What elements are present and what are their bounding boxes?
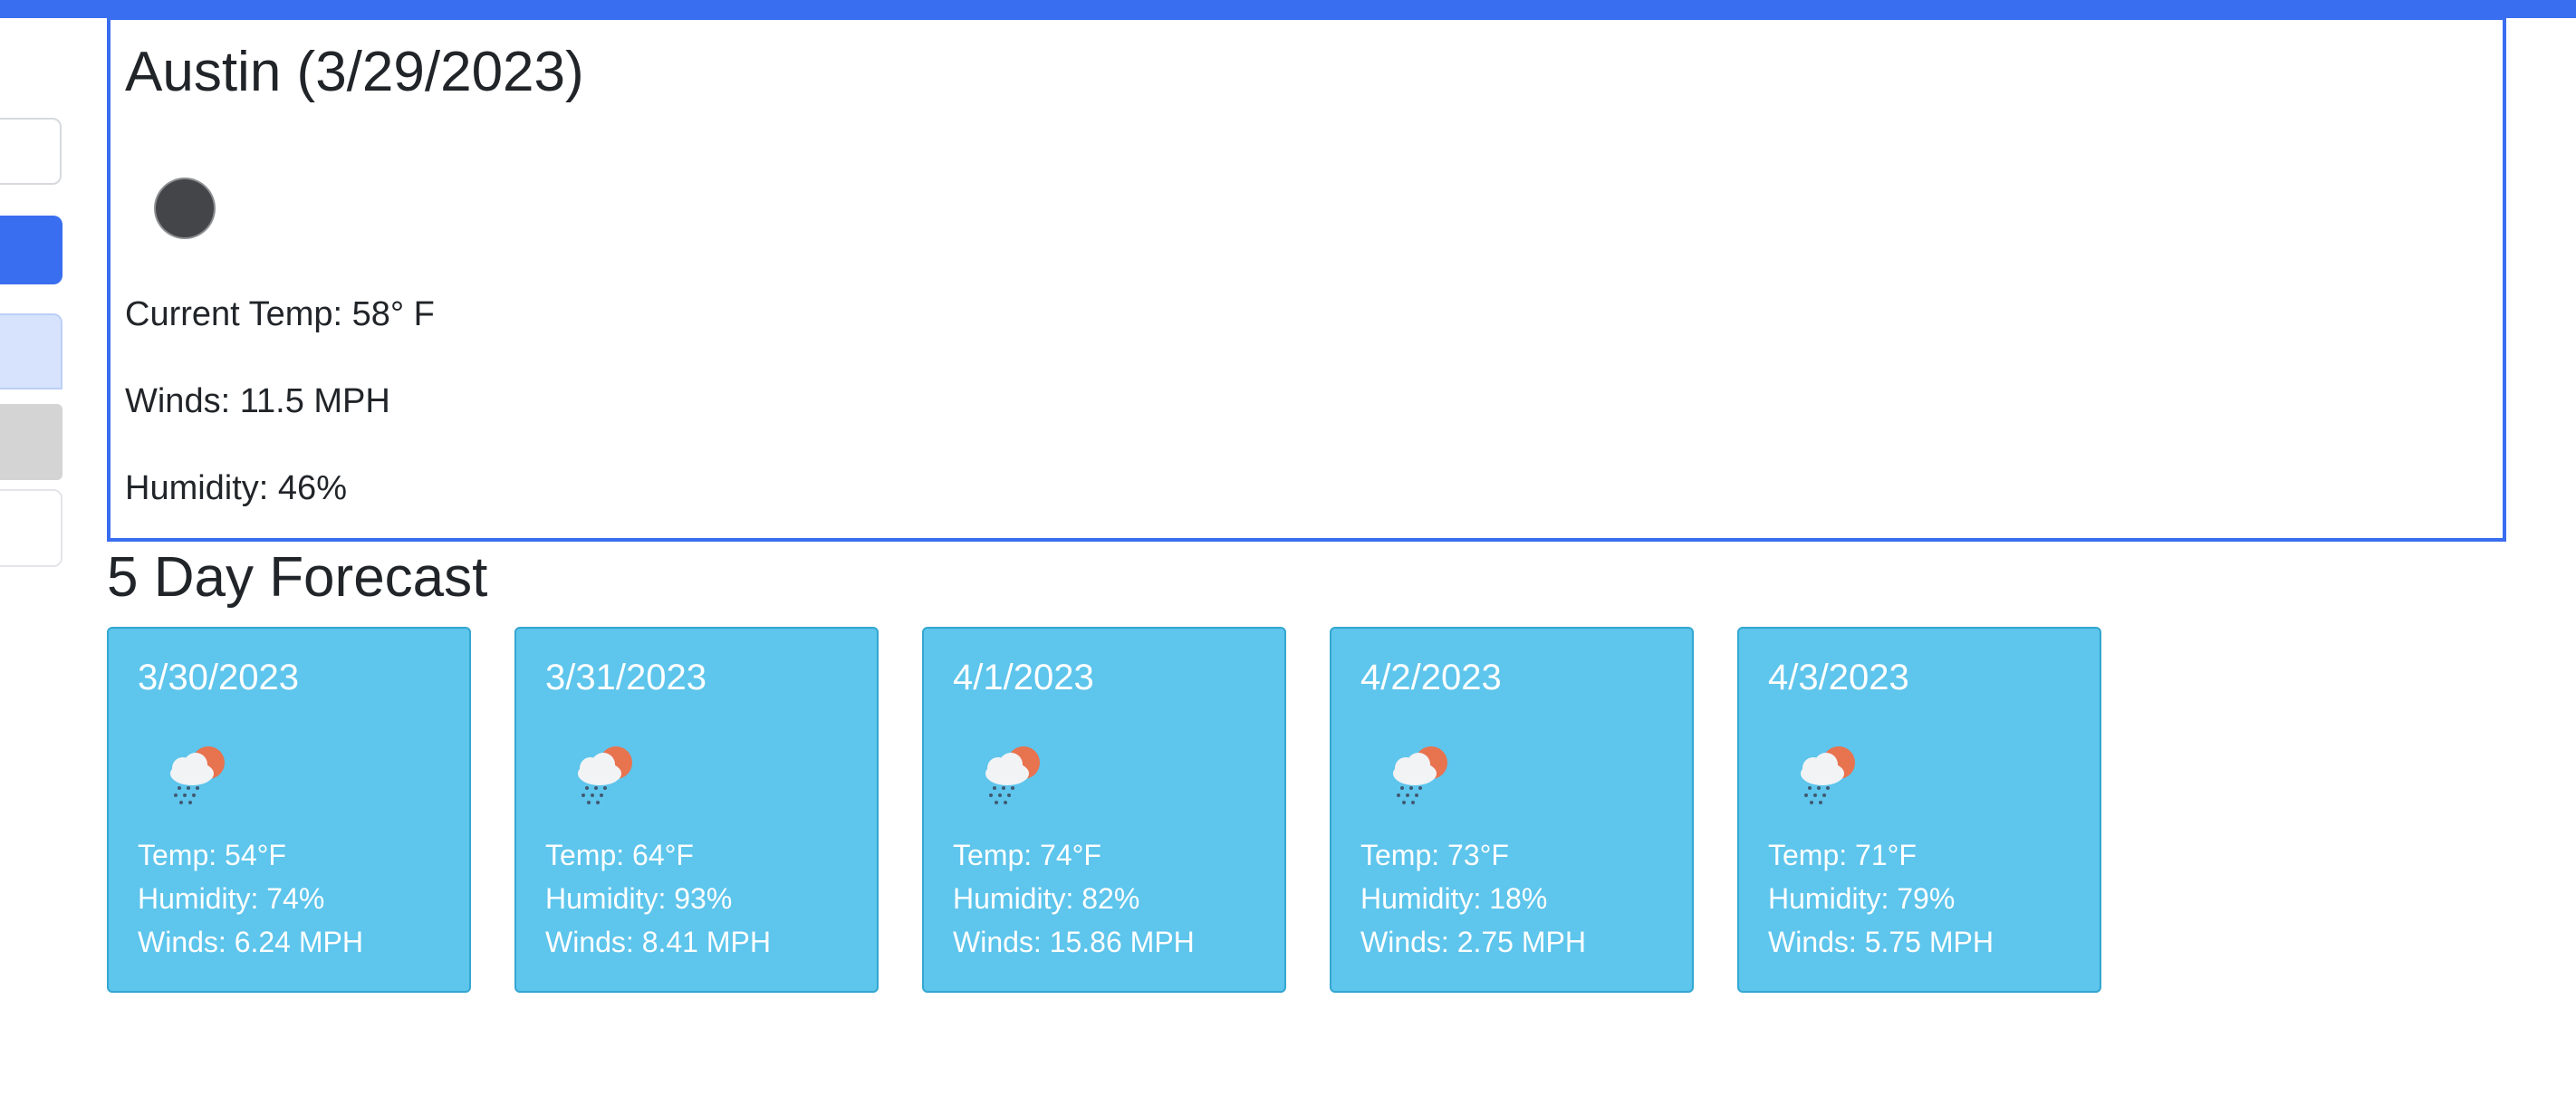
search-button[interactable] [0, 216, 62, 284]
sun-behind-rain-cloud-icon [985, 746, 1040, 804]
sun-behind-rain-cloud-icon [578, 746, 632, 804]
city-search-input[interactable] [0, 118, 62, 185]
sun-behind-rain-cloud-icon [1801, 746, 1855, 804]
forecast-humidity: Humidity: 82% [953, 882, 1140, 915]
current-wind: Winds: 11.5 MPH [125, 382, 390, 420]
forecast-humidity: Humidity: 18% [1360, 882, 1548, 915]
top-navbar [0, 0, 2576, 18]
forecast-temp: Temp: 54°F [138, 839, 286, 871]
search-history-item[interactable] [0, 404, 62, 480]
search-history-item[interactable] [0, 489, 62, 567]
forecast-card: 4/2/2023 Temp: 73°F Humidity: 18% Winds:… [1330, 627, 1694, 993]
forecast-date: 4/1/2023 [953, 658, 1094, 697]
forecast-humidity: Humidity: 93% [545, 882, 733, 915]
forecast-humidity: Humidity: 74% [138, 882, 325, 915]
forecast-card: 3/30/2023 Temp: 54°F Humidity: 74% Winds… [107, 627, 471, 993]
forecast-temp: Temp: 74°F [953, 839, 1101, 871]
forecast-date: 3/31/2023 [545, 658, 706, 697]
current-humidity: Humidity: 46% [125, 469, 347, 507]
forecast-temp: Temp: 64°F [545, 839, 694, 871]
forecast-card: 4/1/2023 Temp: 74°F Humidity: 82% Winds:… [922, 627, 1286, 993]
sun-behind-rain-cloud-icon [1393, 746, 1447, 804]
forecast-wind: Winds: 2.75 MPH [1360, 926, 1586, 958]
forecast-wind: Winds: 5.75 MPH [1768, 926, 1994, 958]
forecast-card: 4/3/2023 Temp: 71°F Humidity: 79% Winds:… [1737, 627, 2101, 993]
forecast-temp: Temp: 73°F [1360, 839, 1509, 871]
forecast-date: 4/2/2023 [1360, 658, 1502, 697]
current-temp: Current Temp: 58° F [125, 295, 435, 333]
sun-behind-rain-cloud-icon [170, 746, 225, 804]
forecast-humidity: Humidity: 79% [1768, 882, 1956, 915]
current-weather-panel: Austin (3/29/2023) Current Temp: 58° F W… [107, 16, 2506, 542]
forecast-wind: Winds: 6.24 MPH [138, 926, 363, 958]
clear-night-moon-icon [156, 179, 214, 237]
current-city-title: Austin (3/29/2023) [125, 41, 584, 103]
forecast-wind: Winds: 15.86 MPH [953, 926, 1195, 958]
forecast-wind: Winds: 8.41 MPH [545, 926, 771, 958]
forecast-temp: Temp: 71°F [1768, 839, 1917, 871]
forecast-card: 3/31/2023 Temp: 64°F Humidity: 93% Winds… [514, 627, 879, 993]
forecast-heading: 5 Day Forecast [107, 546, 488, 609]
forecast-date: 3/30/2023 [138, 658, 299, 697]
search-history-item[interactable] [0, 313, 62, 389]
forecast-date: 4/3/2023 [1768, 658, 1909, 697]
